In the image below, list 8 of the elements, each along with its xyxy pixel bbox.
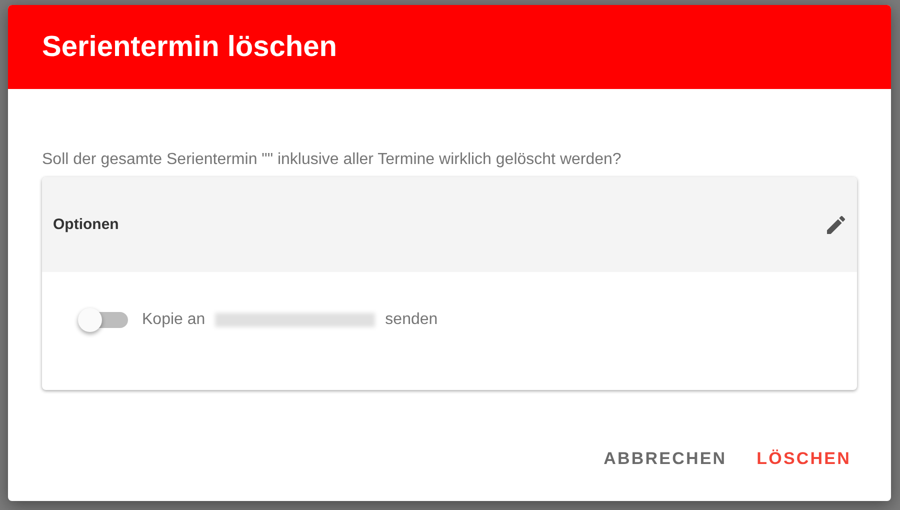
cancel-button[interactable]: ABBRECHEN [600,443,731,475]
toggle-label: senden [385,311,438,329]
confirmation-message: Soll der gesamte Serientermin "" inklusive aller Termine wirklich gelöscht werden? [42,151,622,169]
panel-title: Optionen [53,216,119,233]
dialog-title: Serientermin löschen [42,30,337,64]
toggle-label: Kopie an [142,311,206,329]
edit-icon[interactable] [827,216,845,234]
delete-button[interactable]: LÖSCHEN [752,443,855,475]
